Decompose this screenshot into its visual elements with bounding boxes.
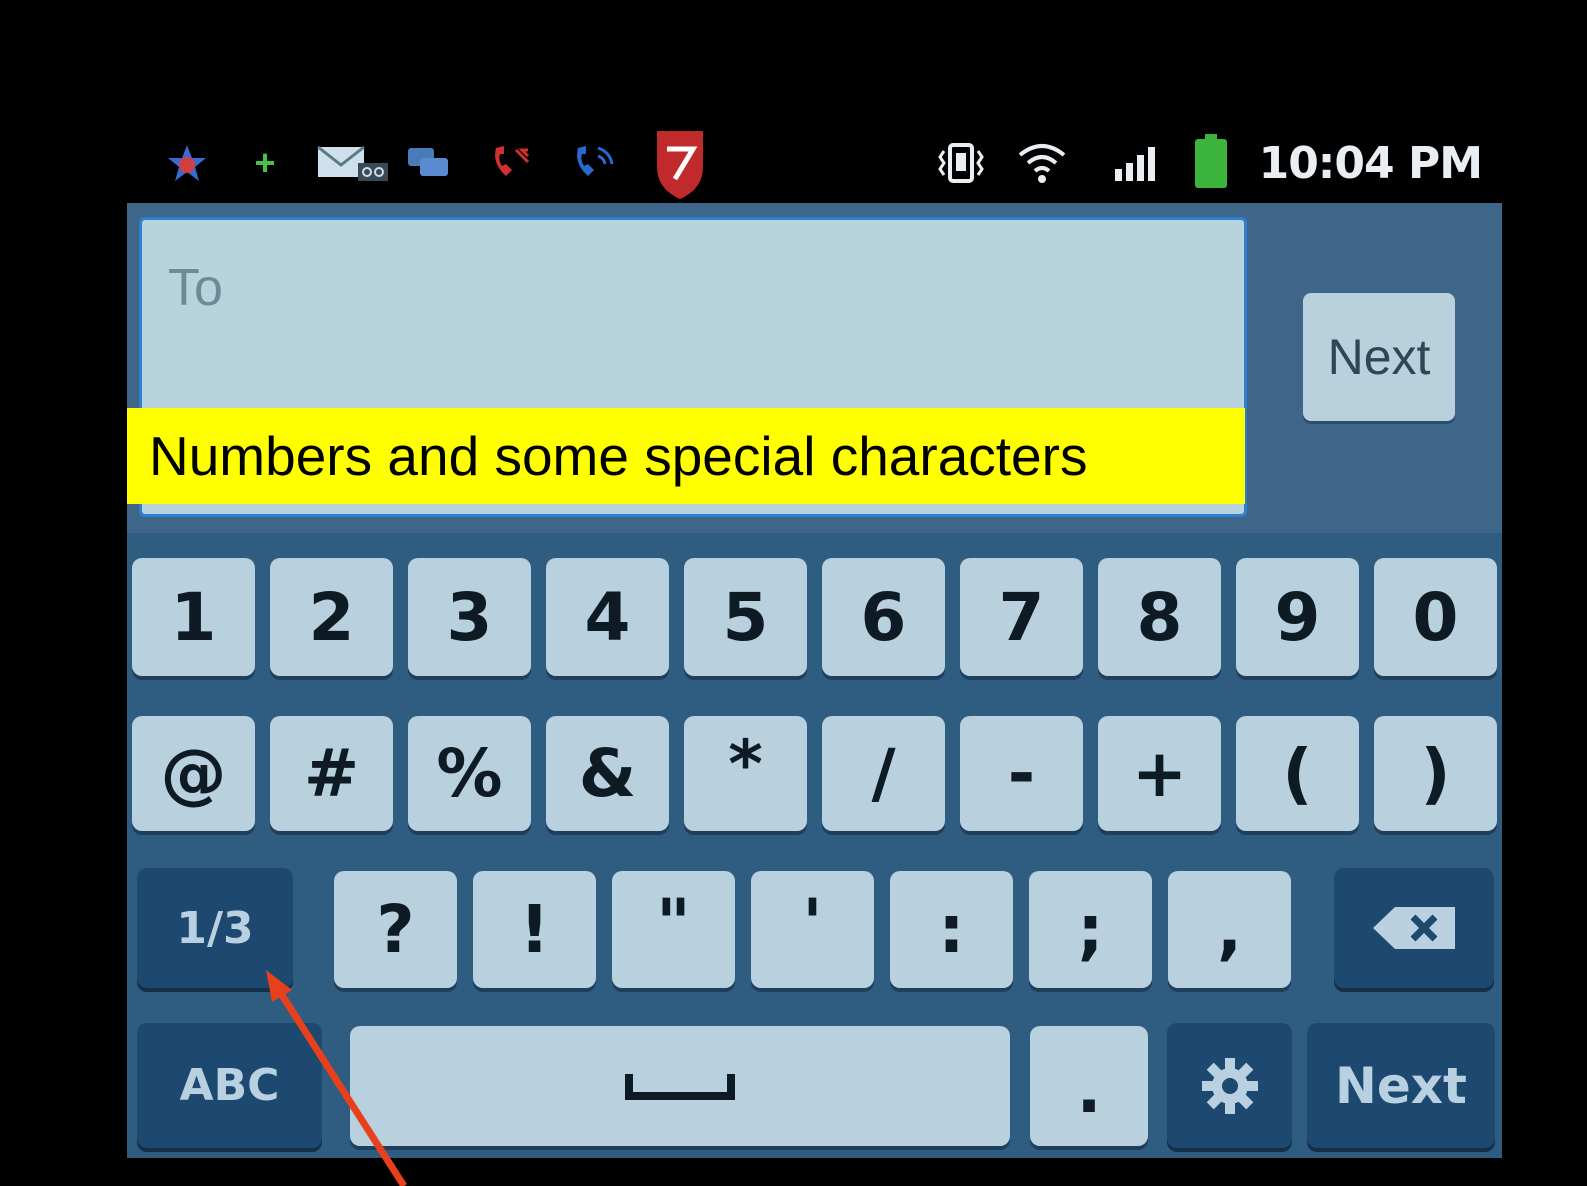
space-bar-icon: [625, 1074, 735, 1100]
key-ampersand[interactable]: &: [546, 716, 669, 831]
star-notification-icon: [165, 142, 209, 184]
key-close-paren[interactable]: ): [1374, 716, 1497, 831]
voicemail-icon: [315, 142, 391, 184]
abc-key[interactable]: ABC: [137, 1023, 322, 1148]
vibrate-icon: [935, 142, 987, 184]
key-semicolon[interactable]: ;: [1029, 871, 1152, 988]
key-question[interactable]: ?: [334, 871, 457, 988]
key-1[interactable]: 1: [132, 558, 255, 676]
key-4[interactable]: 4: [546, 558, 669, 676]
key-period[interactable]: .: [1030, 1026, 1148, 1146]
key-8[interactable]: 8: [1098, 558, 1221, 676]
key-asterisk[interactable]: *: [684, 716, 807, 831]
chat-icon: [405, 142, 451, 184]
settings-key[interactable]: [1167, 1023, 1292, 1148]
key-apostrophe[interactable]: ': [751, 871, 874, 988]
gear-icon: [1201, 1057, 1258, 1114]
key-9[interactable]: 9: [1236, 558, 1359, 676]
status-time: 10:04 PM: [1258, 138, 1483, 189]
status-bar: + 10:04 PM: [127, 118, 1502, 203]
key-5[interactable]: 5: [684, 558, 807, 676]
key-0[interactable]: 0: [1374, 558, 1497, 676]
key-percent[interactable]: %: [408, 716, 531, 831]
battery-icon: [1192, 134, 1230, 190]
symbol-keyboard: 1 2 3 4 5 6 7 8 9 0 @ # % & * / - + ( ) …: [127, 533, 1502, 1158]
page-toggle-key[interactable]: 1/3: [137, 868, 293, 988]
phone-call-icon: [569, 142, 619, 184]
key-7[interactable]: 7: [960, 558, 1083, 676]
key-hash[interactable]: #: [270, 716, 393, 831]
key-comma[interactable]: ,: [1168, 871, 1291, 988]
key-at[interactable]: @: [132, 716, 255, 831]
to-placeholder: To: [168, 259, 223, 317]
key-2[interactable]: 2: [270, 558, 393, 676]
backspace-icon: [1373, 907, 1455, 949]
signal-icon: [1112, 142, 1160, 184]
key-slash[interactable]: /: [822, 716, 945, 831]
key-colon[interactable]: :: [890, 871, 1013, 988]
next-button[interactable]: Next: [1303, 293, 1455, 421]
shield-app-icon: [652, 126, 708, 202]
plus-icon: +: [254, 142, 276, 183]
key-6[interactable]: 6: [822, 558, 945, 676]
key-plus[interactable]: +: [1098, 716, 1221, 831]
backspace-key[interactable]: [1334, 868, 1494, 988]
key-3[interactable]: 3: [408, 558, 531, 676]
key-open-paren[interactable]: (: [1236, 716, 1359, 831]
key-minus[interactable]: -: [960, 716, 1083, 831]
missed-call-icon: [487, 142, 535, 184]
key-exclamation[interactable]: !: [473, 871, 596, 988]
space-key[interactable]: [350, 1026, 1010, 1146]
annotation-caption: Numbers and some special characters: [127, 408, 1245, 504]
key-double-quote[interactable]: ": [612, 871, 735, 988]
wifi-icon: [1015, 142, 1069, 184]
next-key[interactable]: Next: [1307, 1023, 1495, 1148]
